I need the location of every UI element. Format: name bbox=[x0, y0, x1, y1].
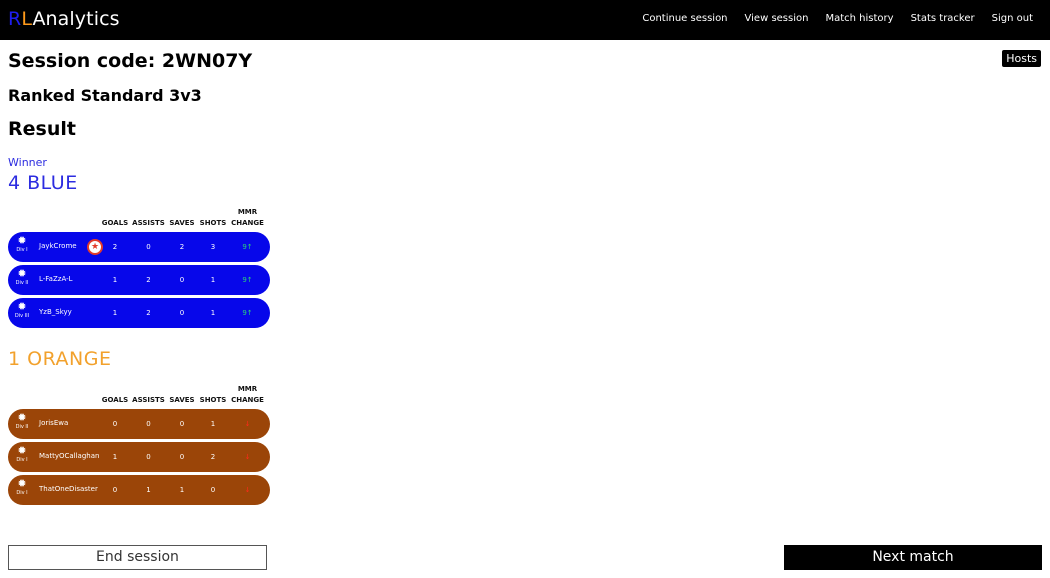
end-session-button[interactable]: End session bbox=[8, 545, 267, 570]
assists-value: 2 bbox=[146, 309, 151, 317]
saves-value: 2 bbox=[179, 243, 185, 251]
assists-value: 0 bbox=[146, 420, 151, 428]
col-shots: SHOTS bbox=[199, 396, 227, 404]
rank-gem-icon: ✹ Div III bbox=[14, 300, 30, 319]
player-stats: 0 0 0 1 ↓ bbox=[100, 409, 266, 439]
shots-value: 2 bbox=[210, 453, 216, 461]
goals-value: 1 bbox=[112, 309, 118, 317]
mmr-change-value: ↓ bbox=[244, 453, 251, 461]
player-name[interactable]: L-FaZzA-L bbox=[39, 275, 73, 283]
rank-gem-icon: ✹ Div I bbox=[16, 477, 28, 496]
result-heading: Result bbox=[8, 118, 76, 140]
stat-header-orange: GOALS ASSISTS SAVES SHOTS MMR CHANGE bbox=[100, 380, 266, 408]
mmr-change-value: ↓ bbox=[244, 486, 251, 494]
winner-label: Winner bbox=[8, 156, 47, 169]
game-mode: Ranked Standard 3v3 bbox=[8, 86, 202, 105]
player-stats: 1 2 0 1 9↑ bbox=[100, 298, 266, 328]
col-goals: GOALS bbox=[101, 219, 129, 227]
goals-value: 2 bbox=[112, 243, 118, 251]
rank-gem-icon: ✹ Div II bbox=[15, 411, 29, 430]
mmr-change-value: 9↑ bbox=[242, 309, 253, 317]
saves-value: 0 bbox=[179, 276, 185, 284]
col-assists: ASSISTS bbox=[132, 219, 165, 227]
player-name[interactable]: ThatOneDisaster bbox=[39, 485, 98, 493]
shots-value: 1 bbox=[210, 420, 216, 428]
player-row[interactable]: ✹ Div I JaykCrome ★ 2 0 2 3 9↑ bbox=[8, 232, 270, 262]
shots-value: 0 bbox=[210, 486, 216, 494]
player-row[interactable]: ✹ Div III YzB_Skyy 1 2 0 1 9↑ bbox=[8, 298, 270, 328]
player-row[interactable]: ✹ Div I ThatOneDisaster 0 1 1 0 ↓ bbox=[8, 475, 270, 505]
assists-value: 0 bbox=[146, 243, 151, 251]
saves-value: 0 bbox=[179, 309, 185, 317]
assists-value: 0 bbox=[146, 453, 151, 461]
col-mmr-change: MMR CHANGE bbox=[231, 385, 264, 404]
player-row[interactable]: ✹ Div II JorisEwa 0 0 0 1 ↓ bbox=[8, 409, 270, 439]
top-navbar: RLAnalytics Continue session View sessio… bbox=[0, 0, 1050, 40]
player-stats: 1 2 0 1 9↑ bbox=[100, 265, 266, 295]
session-code: Session code: 2WN07Y bbox=[8, 50, 253, 72]
next-match-button[interactable]: Next match bbox=[784, 545, 1042, 570]
player-name[interactable]: YzB_Skyy bbox=[39, 308, 72, 316]
player-row[interactable]: ✹ Div II L-FaZzA-L 1 2 0 1 9↑ bbox=[8, 265, 270, 295]
shots-value: 1 bbox=[210, 309, 216, 317]
saves-value: 0 bbox=[179, 453, 185, 461]
nav-links: Continue session View session Match hist… bbox=[642, 13, 1033, 24]
goals-value: 1 bbox=[112, 276, 118, 284]
col-assists: ASSISTS bbox=[132, 396, 165, 404]
goals-value: 1 bbox=[112, 453, 118, 461]
team-title-orange: 1 ORANGE bbox=[8, 348, 112, 370]
team-title-blue: 4 BLUE bbox=[8, 172, 78, 194]
player-row[interactable]: ✹ Div I MattyOCallaghan 1 0 0 2 ↓ bbox=[8, 442, 270, 472]
shots-value: 3 bbox=[210, 243, 216, 251]
nav-view-session[interactable]: View session bbox=[745, 13, 809, 24]
player-name[interactable]: MattyOCallaghan bbox=[39, 452, 99, 460]
player-name[interactable]: JaykCrome bbox=[39, 242, 77, 250]
rank-gem-icon: ✹ Div II bbox=[15, 267, 29, 286]
player-stats: 0 1 1 0 ↓ bbox=[100, 475, 266, 505]
col-saves: SAVES bbox=[169, 219, 195, 227]
nav-stats-tracker[interactable]: Stats tracker bbox=[911, 13, 975, 24]
rank-gem-icon: ✹ Div I bbox=[16, 444, 28, 463]
player-name[interactable]: JorisEwa bbox=[39, 419, 68, 427]
col-shots: SHOTS bbox=[199, 219, 227, 227]
mmr-change-value: 9↑ bbox=[242, 276, 253, 284]
col-saves: SAVES bbox=[169, 396, 195, 404]
goals-value: 0 bbox=[112, 420, 118, 428]
assists-value: 2 bbox=[146, 276, 151, 284]
col-goals: GOALS bbox=[101, 396, 129, 404]
player-stats: 1 0 0 2 ↓ bbox=[100, 442, 266, 472]
goals-value: 0 bbox=[112, 486, 118, 494]
saves-value: 0 bbox=[179, 420, 185, 428]
player-stats: 2 0 2 3 9↑ bbox=[100, 232, 266, 262]
mmr-change-value: ↓ bbox=[244, 420, 251, 428]
mmr-change-value: 9↑ bbox=[242, 243, 253, 251]
assists-value: 1 bbox=[146, 486, 151, 494]
rank-gem-icon: ✹ Div I bbox=[16, 234, 28, 253]
shots-value: 1 bbox=[210, 276, 216, 284]
nav-continue-session[interactable]: Continue session bbox=[642, 13, 727, 24]
col-mmr-change: MMR CHANGE bbox=[231, 208, 264, 227]
stat-header-blue: GOALS ASSISTS SAVES SHOTS MMR CHANGE bbox=[100, 203, 266, 231]
nav-sign-out[interactable]: Sign out bbox=[992, 13, 1033, 24]
nav-match-history[interactable]: Match history bbox=[825, 13, 893, 24]
brand-logo[interactable]: RLAnalytics bbox=[8, 8, 120, 30]
hosts-button[interactable]: Hosts bbox=[1002, 50, 1041, 67]
saves-value: 1 bbox=[179, 486, 185, 494]
